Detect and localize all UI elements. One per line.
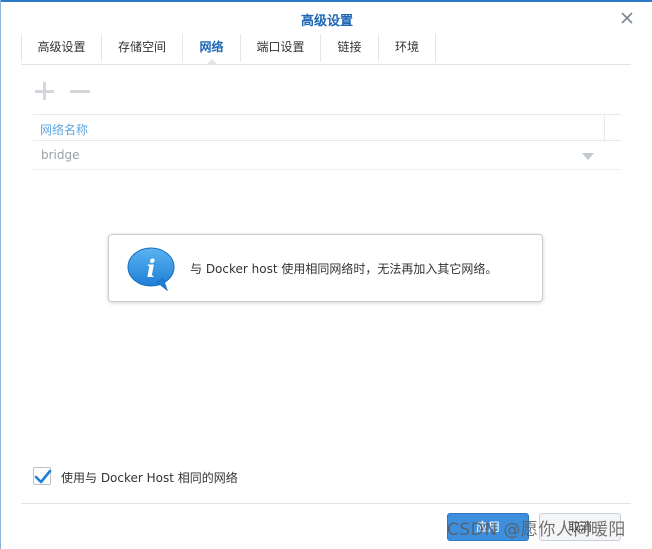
info-message-box: i 与 Docker host 使用相同网络时，无法再加入其它网络。 (108, 234, 543, 302)
close-icon[interactable] (617, 8, 637, 28)
cancel-button[interactable]: 取消 (539, 513, 621, 541)
minus-icon[interactable] (69, 80, 91, 102)
column-network-name[interactable]: 网络名称 (40, 121, 88, 138)
apply-button[interactable]: 应用 (447, 513, 529, 541)
grid-header: 网络名称 (33, 114, 621, 142)
dialog-title: 高级设置 (300, 14, 353, 29)
info-bubble-icon: i (127, 247, 177, 292)
tab-links[interactable]: 链接 (320, 34, 378, 62)
tab-environment[interactable]: 环境 (378, 34, 436, 62)
network-grid: 网络名称 bridge (33, 114, 621, 170)
use-host-network-label[interactable]: 使用与 Docker Host 相同的网络 (61, 469, 238, 486)
tab-network[interactable]: 网络 (182, 34, 240, 65)
info-message: 与 Docker host 使用相同网络时，无法再加入其它网络。 (190, 262, 498, 276)
chevron-down-icon[interactable] (582, 153, 594, 160)
tab-bar: 高级设置 存储空间 网络 端口设置 链接 环境 (21, 34, 631, 65)
window-top-accent (1, 0, 652, 2)
plus-icon[interactable] (33, 80, 55, 102)
network-name-value: bridge (41, 148, 80, 162)
advanced-settings-dialog: 高级设置 高级设置 存储空间 网络 端口设置 链接 环境 网络名称 bridge (0, 0, 652, 549)
table-row[interactable]: bridge (33, 141, 621, 170)
column-divider (604, 115, 605, 142)
tab-storage[interactable]: 存储空间 (101, 34, 182, 62)
tab-port-settings[interactable]: 端口设置 (240, 34, 320, 62)
tab-advanced[interactable]: 高级设置 (21, 34, 101, 62)
footer-divider (21, 503, 631, 504)
svg-text:i: i (146, 254, 155, 283)
checkmark-icon (34, 469, 52, 484)
use-host-network-checkbox[interactable] (33, 467, 52, 485)
